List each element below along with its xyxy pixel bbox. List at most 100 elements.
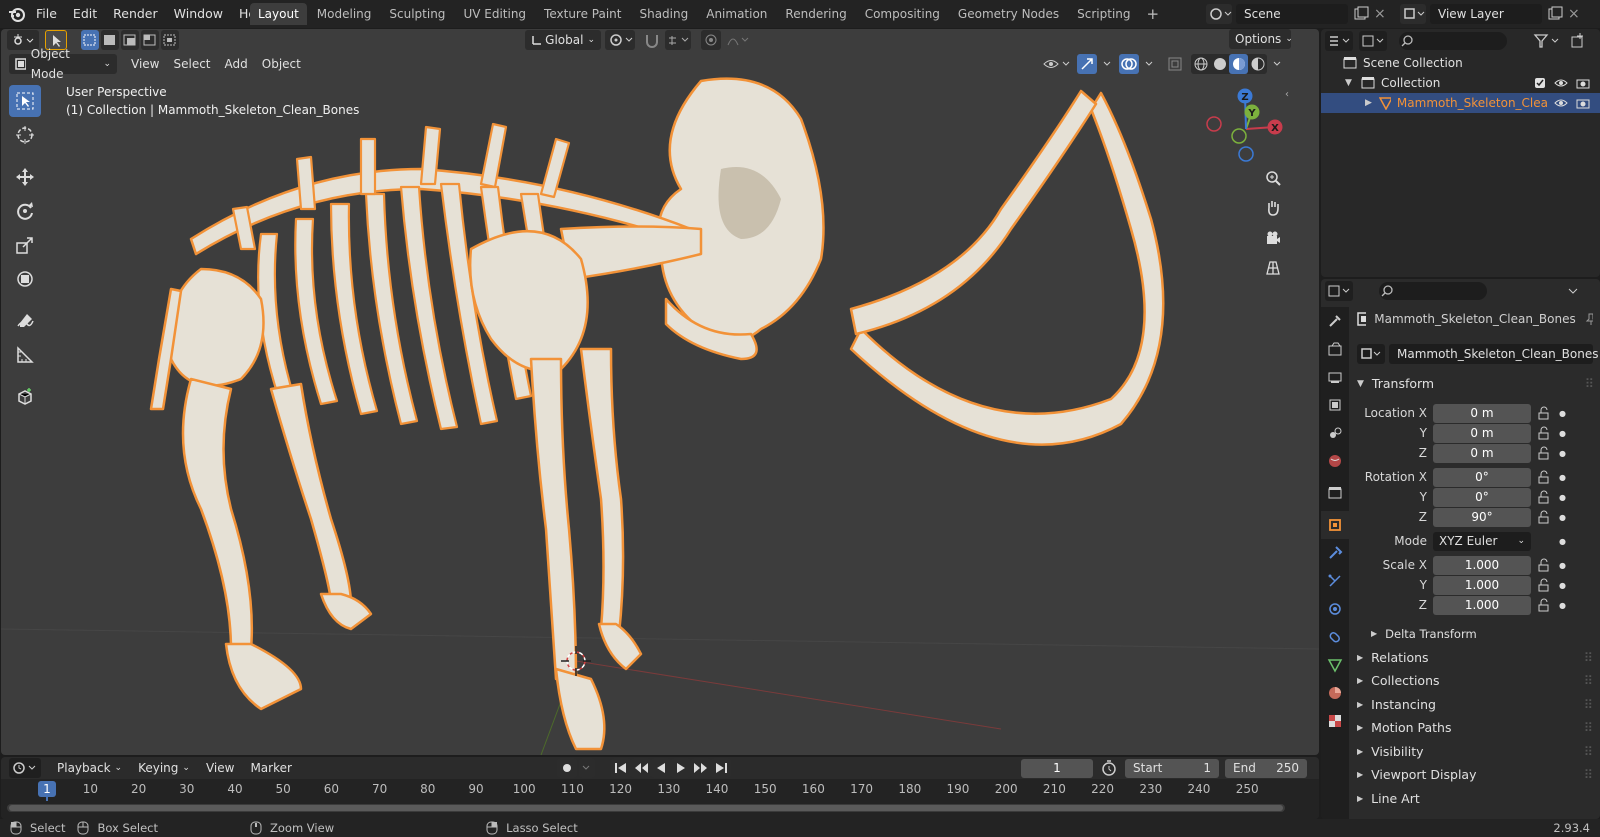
annotate-tool[interactable] [9, 305, 41, 337]
keyframe-dot-icon[interactable]: ● [1559, 601, 1566, 610]
current-frame-field[interactable]: 1 [1021, 758, 1093, 778]
keyframe-dot-icon[interactable]: ● [1559, 473, 1566, 482]
world-tab-icon[interactable] [1321, 447, 1349, 475]
add-cube-tool[interactable] [9, 381, 41, 413]
object-tab-icon[interactable] [1321, 511, 1349, 539]
tab-compositing[interactable]: Compositing [857, 3, 948, 25]
timeline-view-menu[interactable]: View [200, 758, 240, 778]
scale-y-field[interactable]: 1.000 [1433, 575, 1531, 595]
tab-texture-paint[interactable]: Texture Paint [536, 3, 629, 25]
drag-handle-icon[interactable]: ⠿ [1584, 670, 1593, 692]
rotate-tool[interactable] [9, 195, 41, 227]
navigation-gizmo[interactable]: X Y Z [1201, 84, 1291, 174]
data-tab-icon[interactable] [1321, 651, 1349, 679]
unlock-icon[interactable] [1537, 598, 1551, 612]
camera-icon[interactable] [1576, 97, 1590, 109]
line-art-section-header[interactable]: ▶ Line Art [1357, 787, 1593, 811]
tab-scripting[interactable]: Scripting [1069, 3, 1138, 25]
object-name-field[interactable]: Mammoth_Skeleton_Clean_Bones [1389, 344, 1599, 364]
keyframe-dot-icon[interactable]: ● [1559, 581, 1566, 590]
checkbox-icon[interactable] [1534, 77, 1546, 89]
drag-handle-icon[interactable]: ⠿ [1584, 764, 1593, 786]
scene-browse-button[interactable] [1206, 4, 1232, 24]
scale-x-field[interactable]: 1.000 [1433, 555, 1531, 575]
instancing-section-header[interactable]: ▶ Instancing ⠿ [1357, 693, 1593, 717]
timeline-ruler[interactable]: 1 10 20 30 40 50 60 70 80 90 100 110 120 130 140 150 160… [1, 779, 1319, 819]
physics-tab-icon[interactable] [1321, 595, 1349, 623]
drag-handle-icon[interactable]: ⠿ [1584, 647, 1593, 669]
add-workspace-button[interactable]: + [1141, 3, 1166, 25]
disclosure-triangle-icon[interactable]: ▶ [1365, 93, 1373, 113]
outliner-row-scene-collection[interactable]: Scene Collection [1321, 53, 1600, 73]
outliner-editor-type-button[interactable] [1325, 31, 1353, 51]
keyframe-dot-icon[interactable]: ● [1559, 561, 1566, 570]
unlock-icon[interactable] [1537, 510, 1551, 524]
outliner-search-input[interactable] [1399, 32, 1507, 50]
record-options-dropdown[interactable] [579, 758, 595, 778]
outliner-row-collection[interactable]: ▼ Collection [1321, 73, 1600, 93]
rotation-mode-dropdown[interactable]: XYZ Euler ⌄ [1433, 531, 1531, 551]
jump-end-icon[interactable] [711, 758, 731, 778]
rotation-y-field[interactable]: 0° [1433, 487, 1531, 507]
modifier-tab-icon[interactable] [1321, 539, 1349, 567]
end-frame-field[interactable]: End 250 [1225, 758, 1307, 778]
scene-canvas[interactable] [1, 29, 1319, 755]
scene-tab-icon[interactable] [1321, 419, 1349, 447]
play-icon[interactable] [671, 758, 691, 778]
eye-icon[interactable] [1554, 97, 1568, 109]
properties-options-dropdown[interactable] [1563, 281, 1583, 301]
location-y-field[interactable]: 0 m [1433, 423, 1531, 443]
material-tab-icon[interactable] [1321, 679, 1349, 707]
menu-window[interactable]: Window [166, 0, 231, 28]
measure-tool[interactable] [9, 339, 41, 371]
drag-handle-icon[interactable]: ⠿ [1584, 694, 1593, 716]
output-tab-icon[interactable] [1321, 363, 1349, 391]
timeline-scrollbar[interactable] [7, 804, 1285, 812]
keying-menu[interactable]: Keying ⌄ [132, 758, 196, 778]
move-tool[interactable] [9, 161, 41, 193]
keyframe-dot-icon[interactable]: ● [1559, 537, 1566, 546]
outliner-row-mammoth[interactable]: ▶ Mammoth_Skeleton_Clea [1321, 93, 1600, 113]
unlock-icon[interactable] [1537, 470, 1551, 484]
location-z-field[interactable]: 0 m [1433, 443, 1531, 463]
pin-icon[interactable] [1584, 312, 1593, 326]
tab-sculpting[interactable]: Sculpting [381, 3, 453, 25]
menu-file[interactable]: File [28, 0, 65, 28]
keyframe-dot-icon[interactable]: ● [1559, 513, 1566, 522]
delete-view-layer-icon[interactable]: × [1568, 4, 1582, 24]
start-frame-field[interactable]: Start 1 [1125, 758, 1219, 778]
play-reverse-icon[interactable] [651, 758, 671, 778]
tab-geometry-nodes[interactable]: Geometry Nodes [950, 3, 1067, 25]
motion-paths-section-header[interactable]: ▶ Motion Paths ⠿ [1357, 717, 1593, 741]
delete-scene-icon[interactable]: × [1374, 4, 1388, 24]
select-box-tool[interactable] [9, 85, 41, 117]
delta-transform-subsection[interactable]: ▶ Delta Transform [1371, 623, 1591, 645]
drag-handle-icon[interactable]: ⠿ [1584, 717, 1593, 739]
tool-tab-icon[interactable] [1321, 307, 1349, 335]
3d-viewport[interactable]: Global ⌄ Options ⌄ Object Mode ⌄ View Se… [1, 29, 1319, 755]
scene-name-field[interactable]: Scene [1236, 4, 1348, 24]
playback-menu[interactable]: Playback ⌄ [51, 758, 128, 778]
playhead-line[interactable] [46, 797, 48, 801]
viewport-display-section-header[interactable]: ▶ Viewport Display ⠿ [1357, 764, 1593, 788]
tab-rendering[interactable]: Rendering [777, 3, 854, 25]
tab-animation[interactable]: Animation [698, 3, 775, 25]
perspective-toggle-icon[interactable] [1259, 254, 1287, 282]
collections-section-header[interactable]: ▶ Collections ⠿ [1357, 670, 1593, 694]
jump-start-icon[interactable] [611, 758, 631, 778]
unlock-icon[interactable] [1537, 406, 1551, 420]
drag-handle-icon[interactable]: ⠿ [1585, 373, 1594, 395]
transform-tool[interactable] [9, 263, 41, 295]
properties-search-input[interactable] [1379, 282, 1487, 300]
menu-render[interactable]: Render [105, 0, 166, 28]
use-preview-range-icon[interactable] [1099, 758, 1119, 778]
disclosure-triangle-icon[interactable]: ▼ [1345, 73, 1355, 93]
new-view-layer-icon[interactable] [1546, 4, 1564, 24]
unlock-icon[interactable] [1537, 490, 1551, 504]
marker-menu[interactable]: Marker [244, 758, 297, 778]
new-scene-icon[interactable] [1352, 4, 1370, 24]
scale-z-field[interactable]: 1.000 [1433, 595, 1531, 615]
keyframe-dot-icon[interactable]: ● [1559, 493, 1566, 502]
tab-shading[interactable]: Shading [631, 3, 696, 25]
transform-section-header[interactable]: ▼ Transform ⠿ [1357, 373, 1594, 395]
